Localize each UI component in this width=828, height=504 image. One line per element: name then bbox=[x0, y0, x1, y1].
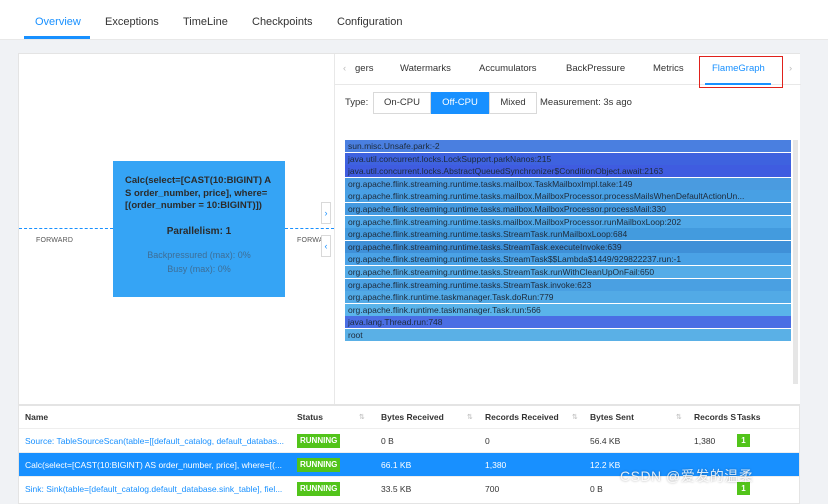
bytes-sent: 0 B bbox=[590, 484, 603, 494]
flame-frame[interactable]: root bbox=[345, 329, 791, 341]
node-busy: Busy (max): 0% bbox=[167, 264, 231, 274]
bytes-sent: 12.2 KB bbox=[590, 460, 621, 470]
flame-frame[interactable]: org.apache.flink.streaming.runtime.tasks… bbox=[345, 203, 791, 215]
forward-edge-in bbox=[19, 228, 113, 229]
vertex-name-link[interactable]: Source: TableSourceScan(table=[[default_… bbox=[25, 429, 291, 453]
vertex-name-link[interactable]: Sink: Sink(table=[default_catalog.defaul… bbox=[25, 477, 291, 501]
job-detail-panel: FORWARD FORWA Calc(select=[CAST(10:BIGIN… bbox=[18, 53, 801, 405]
edge-label-forward-in: FORWARD bbox=[36, 237, 74, 244]
sort-icon[interactable]: ⇅ bbox=[676, 413, 682, 421]
type-label: Type: bbox=[345, 97, 369, 108]
tab-watermarks[interactable]: Watermarks bbox=[400, 54, 451, 84]
tab-configuration[interactable]: Configuration bbox=[337, 0, 402, 40]
type-option-mixed[interactable]: Mixed bbox=[489, 92, 537, 114]
vertex-name-link[interactable]: Calc(select=[CAST(10:BIGINT) AS order_nu… bbox=[25, 453, 291, 477]
measurement-time: Measurement: 3s ago bbox=[540, 97, 632, 108]
flame-frame[interactable]: org.apache.flink.streaming.runtime.tasks… bbox=[345, 177, 791, 190]
flamegraph-highlight-box bbox=[699, 56, 783, 88]
status-badge: RUNNING bbox=[297, 458, 341, 472]
flame-frame[interactable]: java.util.concurrent.locks.LockSupport.p… bbox=[345, 152, 791, 165]
chevron-right-icon[interactable]: › bbox=[321, 202, 331, 224]
operator-detail-drawer: ‹ gers Watermarks Accumulators BackPress… bbox=[334, 54, 801, 404]
tab-metrics[interactable]: Metrics bbox=[653, 54, 684, 84]
operator-node-calc[interactable]: Calc(select=[CAST(10:BIGINT) AS order_nu… bbox=[113, 161, 285, 297]
tab-accumulators[interactable]: Accumulators bbox=[479, 54, 537, 84]
bytes-received: 33.5 KB bbox=[381, 484, 412, 494]
flame-frame[interactable]: org.apache.flink.runtime.taskmanager.Tas… bbox=[345, 303, 791, 316]
edge-label-forward-out: FORWA bbox=[297, 237, 324, 244]
sort-icon[interactable]: ⇅ bbox=[359, 413, 365, 421]
bytes-received: 0 B bbox=[381, 436, 394, 446]
tab-exceptions[interactable]: Exceptions bbox=[105, 0, 159, 40]
tab-timeline[interactable]: TimeLine bbox=[183, 0, 228, 40]
flame-frame[interactable]: org.apache.flink.streaming.runtime.tasks… bbox=[345, 190, 791, 203]
flame-frame[interactable]: org.apache.flink.streaming.runtime.tasks… bbox=[345, 240, 791, 253]
job-tabs-bar: Overview Exceptions TimeLine Checkpoints… bbox=[0, 0, 828, 40]
flame-frame[interactable]: sun.misc.Unsafe.park:-2 bbox=[345, 140, 791, 152]
tabs-scroll-left-icon[interactable]: ‹ bbox=[343, 54, 346, 84]
flame-frame[interactable]: org.apache.flink.streaming.runtime.tasks… bbox=[345, 266, 791, 278]
chevron-left-icon[interactable]: ‹ bbox=[321, 235, 331, 257]
forward-edge-out bbox=[285, 228, 334, 229]
vertex-table: Name Status ⇅ Bytes Received ⇅ Records R… bbox=[18, 405, 800, 504]
status-badge: RUNNING bbox=[297, 434, 341, 448]
col-header-bytes-received[interactable]: Bytes Received bbox=[381, 406, 444, 428]
flame-frame[interactable]: java.util.concurrent.locks.AbstractQueue… bbox=[345, 165, 791, 178]
tab-overview[interactable]: Overview bbox=[35, 0, 81, 40]
tab-checkpoints[interactable]: Checkpoints bbox=[252, 0, 313, 40]
bytes-sent: 56.4 KB bbox=[590, 436, 621, 446]
tabs-scroll-right-icon[interactable]: › bbox=[789, 54, 792, 84]
tab-backpressure[interactable]: BackPressure bbox=[566, 54, 625, 84]
sort-icon[interactable]: ⇅ bbox=[467, 413, 473, 421]
node-backpressured: Backpressured (max): 0% bbox=[147, 250, 251, 260]
records-received: 700 bbox=[485, 484, 500, 494]
bytes-received: 66.1 KB bbox=[381, 460, 412, 470]
flame-frame[interactable]: org.apache.flink.runtime.taskmanager.Tas… bbox=[345, 291, 791, 304]
flame-frame[interactable]: java.lang.Thread.run:748 bbox=[345, 316, 791, 329]
node-parallelism: Parallelism: 1 bbox=[166, 226, 232, 237]
table-row[interactable]: Source: TableSourceScan(table=[[default_… bbox=[19, 428, 799, 453]
flame-frame[interactable]: org.apache.flink.streaming.runtime.tasks… bbox=[345, 278, 791, 291]
tab-managers[interactable]: gers bbox=[355, 54, 373, 84]
records-received: 0 bbox=[485, 436, 490, 446]
active-tab-indicator bbox=[24, 36, 90, 39]
flame-frame[interactable]: org.apache.flink.streaming.runtime.tasks… bbox=[345, 215, 791, 228]
records-received: 1,380 bbox=[485, 460, 507, 470]
flame-frame[interactable]: org.apache.flink.streaming.runtime.tasks… bbox=[345, 228, 791, 241]
flame-frame[interactable]: org.apache.flink.streaming.runtime.tasks… bbox=[345, 253, 791, 266]
node-title: Calc(select=[CAST(10:BIGINT) AS order_nu… bbox=[125, 175, 272, 211]
status-badge: RUNNING bbox=[297, 482, 341, 496]
col-header-records-received[interactable]: Records Received bbox=[485, 406, 559, 428]
col-header-name[interactable]: Name bbox=[25, 406, 48, 428]
col-header-bytes-sent[interactable]: Bytes Sent bbox=[590, 406, 634, 428]
col-header-tasks[interactable]: Tasks bbox=[737, 406, 760, 428]
col-header-status[interactable]: Status bbox=[297, 406, 323, 428]
watermark: CSDN @爱发的温柔 bbox=[620, 468, 754, 484]
job-graph[interactable]: FORWARD FORWA Calc(select=[CAST(10:BIGIN… bbox=[19, 54, 334, 404]
sort-icon[interactable]: ⇅ bbox=[572, 413, 578, 421]
vertical-scrollbar[interactable] bbox=[793, 140, 798, 384]
type-option-on-cpu[interactable]: On-CPU bbox=[373, 92, 431, 114]
type-option-off-cpu[interactable]: Off-CPU bbox=[431, 92, 489, 114]
records-sent: 1,380 bbox=[694, 436, 716, 446]
col-header-records-sent[interactable]: Records S bbox=[694, 406, 736, 428]
task-count-badge: 1 bbox=[737, 434, 750, 447]
